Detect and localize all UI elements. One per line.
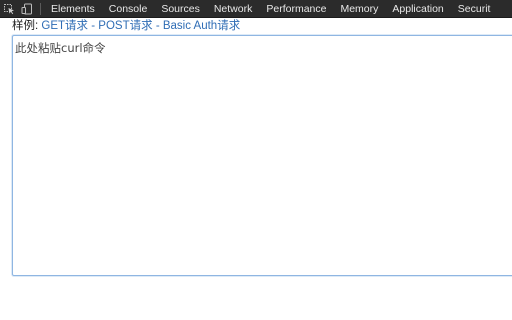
sample-separator: -	[91, 20, 96, 32]
tab-memory[interactable]: Memory	[333, 0, 385, 17]
device-toolbar-icon[interactable]	[18, 0, 36, 17]
tab-elements[interactable]: Elements	[47, 0, 102, 17]
tab-console[interactable]: Console	[102, 0, 155, 17]
sample-separator: -	[155, 20, 160, 32]
tab-network[interactable]: Network	[207, 0, 260, 17]
samples-line: 样例: GET请求 - POST请求 - Basic Auth请求	[12, 19, 240, 34]
tab-security[interactable]: Securit	[451, 0, 498, 17]
tab-sources[interactable]: Sources	[154, 0, 207, 17]
sample-basic-auth-link[interactable]: Basic Auth请求	[163, 20, 240, 32]
tab-performance[interactable]: Performance	[259, 0, 333, 17]
curl-input[interactable]	[12, 35, 512, 276]
devtools-tabs: Elements Console Sources Network Perform…	[47, 0, 498, 17]
inspect-element-icon[interactable]	[0, 0, 18, 17]
sample-get-link[interactable]: GET请求	[41, 20, 88, 32]
sample-post-link[interactable]: POST请求	[98, 20, 152, 32]
devtools-toolbar: Elements Console Sources Network Perform…	[0, 0, 512, 18]
tab-application[interactable]: Application	[385, 0, 450, 17]
samples-prefix: 样例:	[12, 20, 39, 32]
toolbar-divider	[40, 2, 41, 15]
